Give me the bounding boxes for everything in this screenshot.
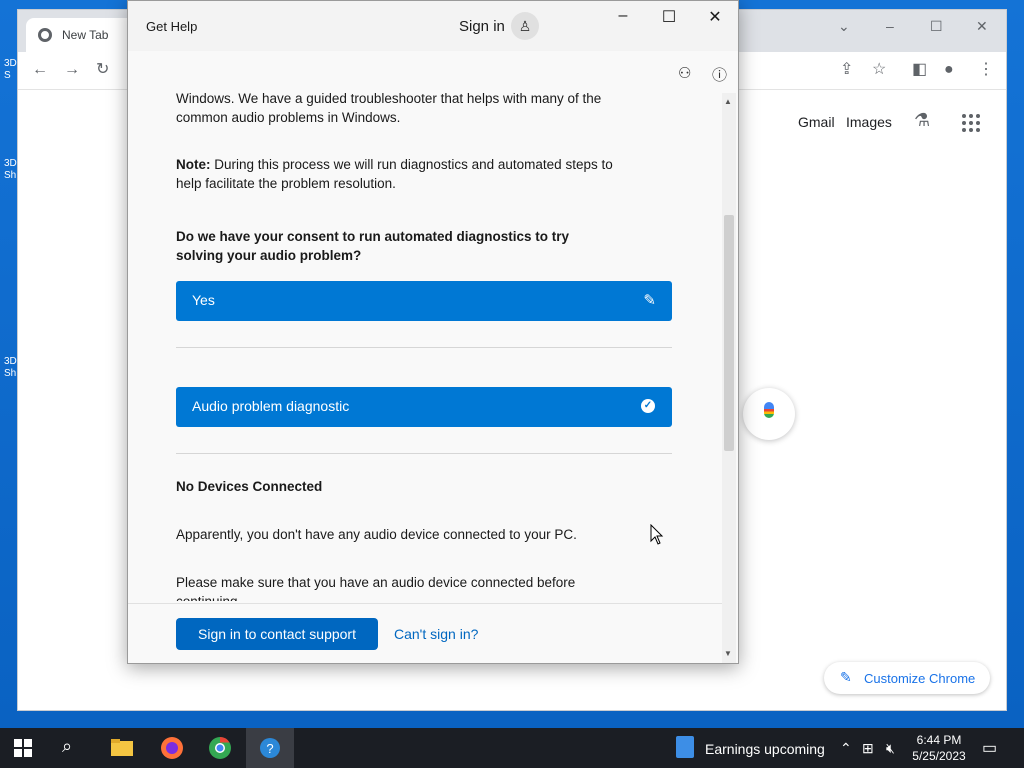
bookmark-star-icon[interactable]: ☆ [872, 62, 886, 78]
reload-icon[interactable]: ↻ [96, 62, 109, 78]
svg-text:?: ? [266, 741, 273, 756]
user-avatar-icon[interactable]: ♙ [511, 12, 539, 40]
divider [176, 453, 672, 454]
get-help-footer: Sign in to contact support Can't sign in… [128, 603, 722, 663]
note-label: Note: [176, 157, 211, 172]
mouse-cursor-icon [650, 524, 664, 545]
volume-muted-icon[interactable]: 🔇︎ [886, 740, 895, 757]
weather-widget-text[interactable]: Earnings upcoming [705, 741, 825, 757]
search-icon[interactable]: ⌕ [62, 736, 72, 757]
desktop-icon-label: 3D Sh [4, 158, 17, 181]
voice-search-button[interactable] [743, 388, 795, 440]
cant-sign-in-link[interactable]: Can't sign in? [394, 626, 478, 642]
yes-answer-button[interactable]: Yes ✎ [176, 281, 672, 321]
side-panel-icon[interactable]: ◧ [912, 62, 927, 78]
file-explorer-icon[interactable] [110, 736, 134, 760]
scroll-up-arrow-icon[interactable]: ▲ [724, 97, 732, 106]
audio-diagnostic-button[interactable]: Audio problem diagnostic ✓ [176, 387, 672, 427]
result-text-2: Please make sure that you have an audio … [176, 575, 576, 601]
scrollbar-thumb[interactable] [724, 215, 734, 451]
profile-icon[interactable]: ● [944, 62, 954, 78]
chrome-favicon-icon [38, 28, 52, 42]
close-icon[interactable]: ✕ [700, 7, 730, 27]
labs-flask-icon[interactable]: ⚗ [914, 110, 930, 131]
clock-time: 6:44 PM [916, 733, 962, 747]
note-paragraph: Note: During this process we will run di… [176, 155, 636, 193]
clock-date: 5/25/2023 [912, 749, 966, 763]
result-text-1: Apparently, you don't have any audio dev… [176, 527, 577, 542]
windows-start-icon[interactable] [14, 739, 32, 757]
chrome-icon[interactable] [208, 736, 232, 760]
audio-diagnostic-label: Audio problem diagnostic [192, 398, 350, 414]
sign-in-to-contact-support-button[interactable]: Sign in to contact support [176, 618, 378, 650]
chevron-down-icon[interactable]: ⌄ [838, 18, 850, 35]
desktop-icon-label: 3D Sh [4, 356, 17, 379]
pencil-icon: ✎ [840, 669, 852, 685]
note-text: During this process we will run diagnost… [176, 157, 613, 191]
forward-icon[interactable]: → [64, 62, 80, 78]
consent-question: Do we have your consent to run automated… [176, 229, 570, 263]
divider [176, 347, 672, 348]
microphone-icon [764, 402, 774, 418]
result-heading: No Devices Connected [176, 479, 323, 494]
yes-answer-label: Yes [192, 292, 215, 308]
chrome-tab-title: New Tab [62, 28, 109, 42]
show-hidden-icons-chevron-icon[interactable]: ⌃ [840, 740, 852, 757]
minimize-icon[interactable]: – [886, 18, 894, 34]
network-icon[interactable]: ⊞ [862, 740, 874, 757]
scroll-down-arrow-icon[interactable]: ▼ [724, 649, 732, 658]
customize-chrome-label: Customize Chrome [864, 671, 976, 686]
images-link[interactable]: Images [846, 114, 892, 130]
conversation-area: Windows. We have a guided troubleshooter… [176, 89, 686, 601]
close-icon[interactable]: ✕ [976, 18, 988, 35]
system-clock[interactable]: 6:44 PM 5/25/2023 [910, 732, 968, 764]
edit-pencil-icon[interactable]: ✎ [643, 291, 656, 309]
minimize-icon[interactable]: – [608, 7, 638, 25]
get-help-subbar: ⚇ ⓘ [128, 51, 738, 93]
gmail-link[interactable]: Gmail [798, 114, 835, 130]
app-title: Get Help [146, 19, 198, 34]
firefox-icon[interactable] [160, 736, 184, 760]
sign-in-link[interactable]: Sign in [459, 18, 505, 35]
taskbar: ⌕ ? Earnings upcoming ⌃ ⊞ 🔇︎ 6:44 PM 5/2… [0, 728, 1024, 768]
scrollbar[interactable]: ▲ ▼ [722, 93, 736, 663]
feedback-icon[interactable]: ⚇ [678, 64, 691, 82]
get-help-window: Get Help Sign in ♙ – ☐ ✕ ⚇ ⓘ Windows. We… [127, 0, 739, 664]
more-menu-icon[interactable]: ⋮ [978, 62, 994, 78]
back-icon[interactable]: ← [32, 62, 48, 78]
share-icon[interactable]: ⇪ [840, 62, 853, 78]
checkmark-icon: ✓ [641, 399, 655, 413]
customize-chrome-button[interactable]: ✎ Customize Chrome [824, 662, 990, 694]
maximize-icon[interactable]: ☐ [654, 7, 684, 27]
notifications-icon[interactable]: ▭ [982, 738, 997, 758]
get-help-icon: ? [260, 738, 280, 758]
desktop-icon-label: 3D S [4, 58, 17, 81]
intro-text: Windows. We have a guided troubleshooter… [176, 91, 602, 125]
apps-grid-icon[interactable] [962, 114, 980, 132]
info-icon[interactable]: ⓘ [712, 64, 727, 85]
get-help-titlebar: Get Help Sign in ♙ – ☐ ✕ [128, 1, 738, 51]
get-help-taskbar-button[interactable]: ? [246, 728, 294, 768]
weather-widget-icon[interactable] [676, 736, 694, 758]
maximize-icon[interactable]: ☐ [930, 18, 943, 35]
